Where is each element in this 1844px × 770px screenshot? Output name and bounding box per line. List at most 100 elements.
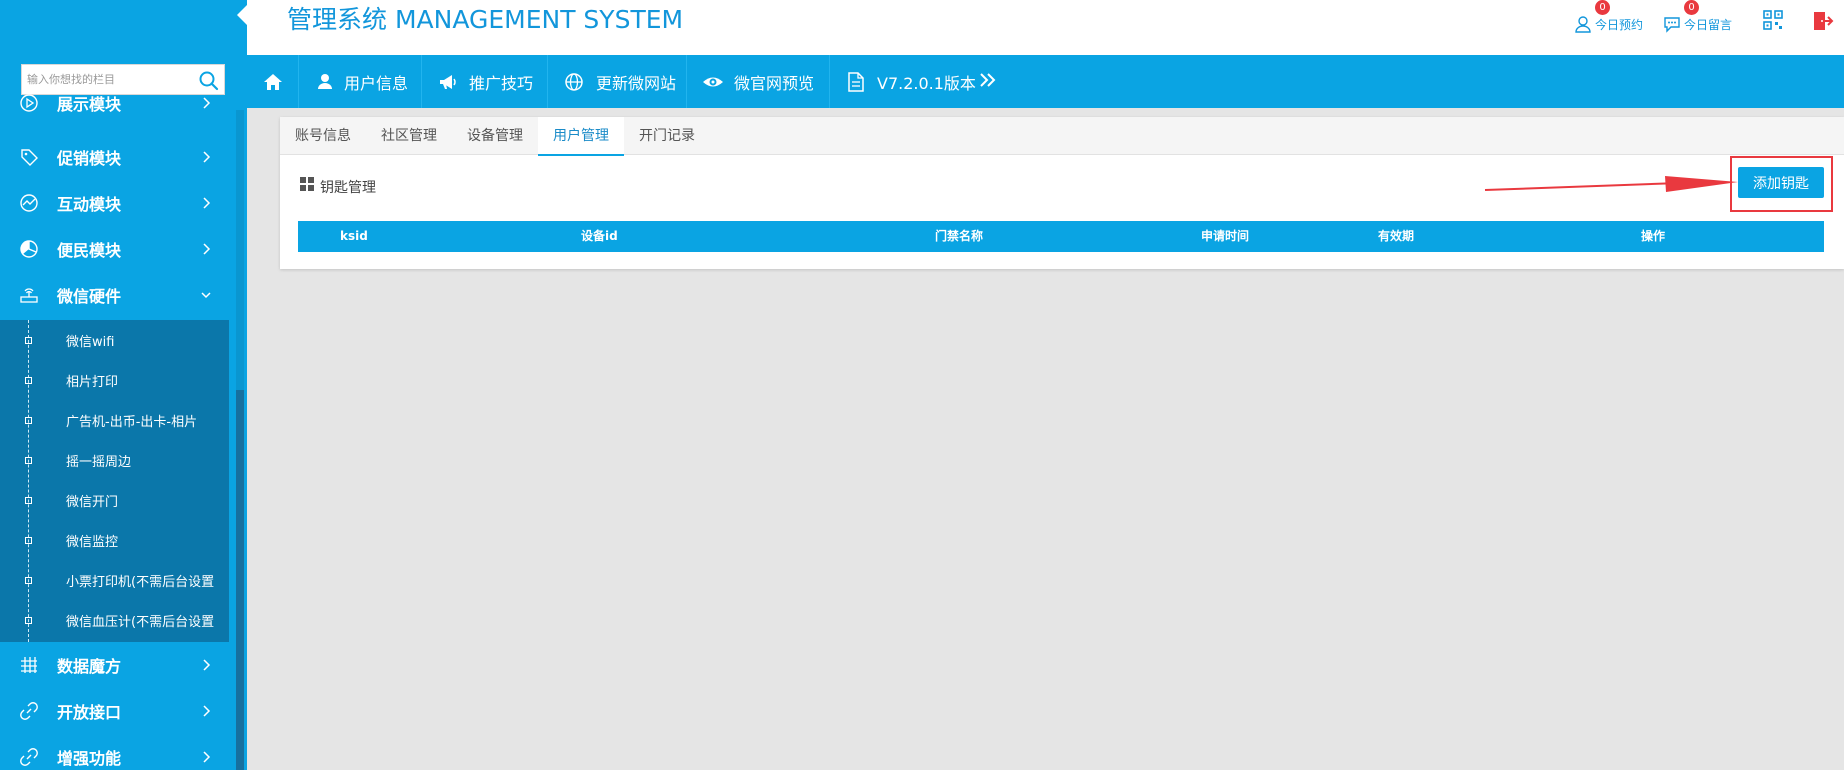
nav-official-site-preview[interactable]: 微官网预览 <box>688 55 830 108</box>
link-icon <box>20 748 38 766</box>
nav-update-microsite[interactable]: 更新微网站 <box>549 55 687 108</box>
submenu-item[interactable]: 微信开门 <box>0 480 229 520</box>
search-input[interactable] <box>22 65 192 94</box>
submenu-item-label: 摇一摇周边 <box>66 455 132 470</box>
sidebar-notch <box>237 5 247 25</box>
nav-label: 推广技巧 <box>469 74 534 93</box>
appointments-badge: 0 <box>1595 0 1610 15</box>
column-header: 门禁名称 <box>935 229 984 243</box>
add-key-button[interactable]: 添加钥匙 <box>1738 167 1824 198</box>
top-nav: 用户信息 推广技巧 更新微网站 微官网预览 V7.2.0.1版本 <box>247 55 1844 108</box>
submenu-item[interactable]: 摇一摇周边 <box>0 440 229 480</box>
megaphone-icon <box>440 75 456 89</box>
tag-icon <box>21 149 38 166</box>
sidebar-item-enhanced-features[interactable]: 增强功能 <box>0 734 229 770</box>
annotation-arrow <box>1484 176 1738 192</box>
submenu-item-label: 相片打印 <box>66 375 119 390</box>
submenu-item-label: 广告机-出币-出卡-相片 <box>66 415 198 430</box>
sidebar-item-interaction-module[interactable]: 互动模块 <box>0 180 229 226</box>
nav-home[interactable] <box>247 55 299 108</box>
sidebar-item-display-module[interactable]: 展示模块 <box>0 92 229 126</box>
home-icon <box>264 74 282 90</box>
sidebar-item-label: 互动模块 <box>57 195 122 214</box>
nav-label: 微官网预览 <box>734 74 815 93</box>
user-icon <box>318 74 332 89</box>
submenu-item[interactable]: 微信监控 <box>0 520 229 560</box>
sidebar-item-label: 微信硬件 <box>57 287 122 306</box>
submenu-item[interactable]: 小票打印机(不需后台设置 <box>0 560 229 600</box>
search-icon[interactable] <box>198 70 220 92</box>
tree-node-icon <box>25 377 32 384</box>
sidebar-item-promotion-module[interactable]: 促销模块 <box>0 134 229 180</box>
search-box <box>21 64 225 95</box>
chevron-right-icon <box>203 97 211 109</box>
chevron-right-icon <box>203 197 211 209</box>
tree-node-icon <box>25 457 32 464</box>
sidebar-item-label: 数据魔方 <box>57 657 122 676</box>
sidebar-item-data-cube[interactable]: 数据魔方 <box>0 642 229 688</box>
sidebar-item-label: 增强功能 <box>57 749 122 768</box>
submenu-item-label: 微信开门 <box>66 495 119 510</box>
today-appointments-label: 今日预约 <box>1595 18 1644 32</box>
submenu-item-label: 微信血压计(不需后台设置 <box>66 615 215 630</box>
column-header: 申请时间 <box>1201 229 1250 243</box>
router-icon <box>20 288 38 303</box>
submenu-item[interactable]: 相片打印 <box>0 360 229 400</box>
submenu-item[interactable]: 微信wifi <box>0 320 229 360</box>
nav-label: 更新微网站 <box>596 74 677 93</box>
tree-node-icon <box>25 537 32 544</box>
tree-node-icon <box>25 417 32 424</box>
tab-device-management[interactable]: 设备管理 <box>452 117 538 155</box>
nav-version[interactable]: V7.2.0.1版本 <box>831 55 996 108</box>
table-header: ksid 设备id 门禁名称 申请时间 有效期 操作 <box>298 221 1824 252</box>
tab-user-management[interactable]: 用户管理 <box>538 117 624 156</box>
column-header: 有效期 <box>1378 229 1415 243</box>
messages-badge: 0 <box>1684 0 1699 15</box>
document-icon <box>848 72 864 92</box>
tab-community-management[interactable]: 社区管理 <box>366 117 452 155</box>
sidebar-item-label: 促销模块 <box>57 149 122 168</box>
sidebar-scrollbar-thumb[interactable] <box>236 390 244 770</box>
pie-icon <box>20 240 38 258</box>
sidebar-item-wechat-hardware[interactable]: 微信硬件 <box>0 272 229 318</box>
qrcode-icon[interactable] <box>1763 10 1783 30</box>
chevron-right-icon <box>203 751 211 763</box>
eye-icon <box>703 77 723 87</box>
sidebar-item-label: 开放接口 <box>57 703 122 722</box>
column-header: 操作 <box>1641 229 1666 243</box>
grid-icon <box>300 177 314 191</box>
tab-account-info[interactable]: 账号信息 <box>280 117 366 155</box>
sidebar-item-label: 展示模块 <box>57 95 122 114</box>
submenu-wechat-hardware: 微信wifi 相片打印 广告机-出币-出卡-相片 摇一摇周边 微信开门 微信监控… <box>0 320 229 642</box>
chevron-right-icon <box>203 151 211 163</box>
nav-promotion-tips[interactable]: 推广技巧 <box>423 55 548 108</box>
play-circle-icon <box>20 94 38 112</box>
globe-icon <box>565 73 583 91</box>
submenu-item[interactable]: 广告机-出币-出卡-相片 <box>0 400 229 440</box>
sidebar-item-label: 便民模块 <box>57 241 122 260</box>
activity-icon <box>20 194 38 212</box>
today-messages-label: 今日留言 <box>1684 18 1733 32</box>
chat-icon <box>1664 17 1680 33</box>
link-icon <box>20 702 38 720</box>
sidebar-item-open-api[interactable]: 开放接口 <box>0 688 229 734</box>
chevron-down-icon <box>201 292 211 299</box>
tab-bar: 账号信息 社区管理 设备管理 用户管理 开门记录 <box>280 117 1844 156</box>
tree-node-icon <box>25 497 32 504</box>
nav-user-info[interactable]: 用户信息 <box>300 55 422 108</box>
column-header: 设备id <box>581 229 618 243</box>
submenu-item[interactable]: 微信血压计(不需后台设置 <box>0 600 229 640</box>
column-header: ksid <box>340 229 368 243</box>
grid-icon <box>21 657 37 673</box>
sidebar-menu: 展示模块 促销模块 互动模块 便民模块 微信硬件 微信wifi 相片打印 广告机… <box>0 92 229 770</box>
submenu-item-label: 微信wifi <box>66 335 115 350</box>
double-chevron-right-icon[interactable] <box>979 70 997 90</box>
tab-door-records[interactable]: 开门记录 <box>624 117 710 155</box>
nav-label: 用户信息 <box>344 74 409 93</box>
sidebar-item-convenience-module[interactable]: 便民模块 <box>0 226 229 272</box>
chevron-right-icon <box>203 243 211 255</box>
user-icon <box>1575 16 1591 33</box>
tree-node-icon <box>25 617 32 624</box>
logout-icon[interactable] <box>1812 10 1834 32</box>
tree-node-icon <box>25 577 32 584</box>
